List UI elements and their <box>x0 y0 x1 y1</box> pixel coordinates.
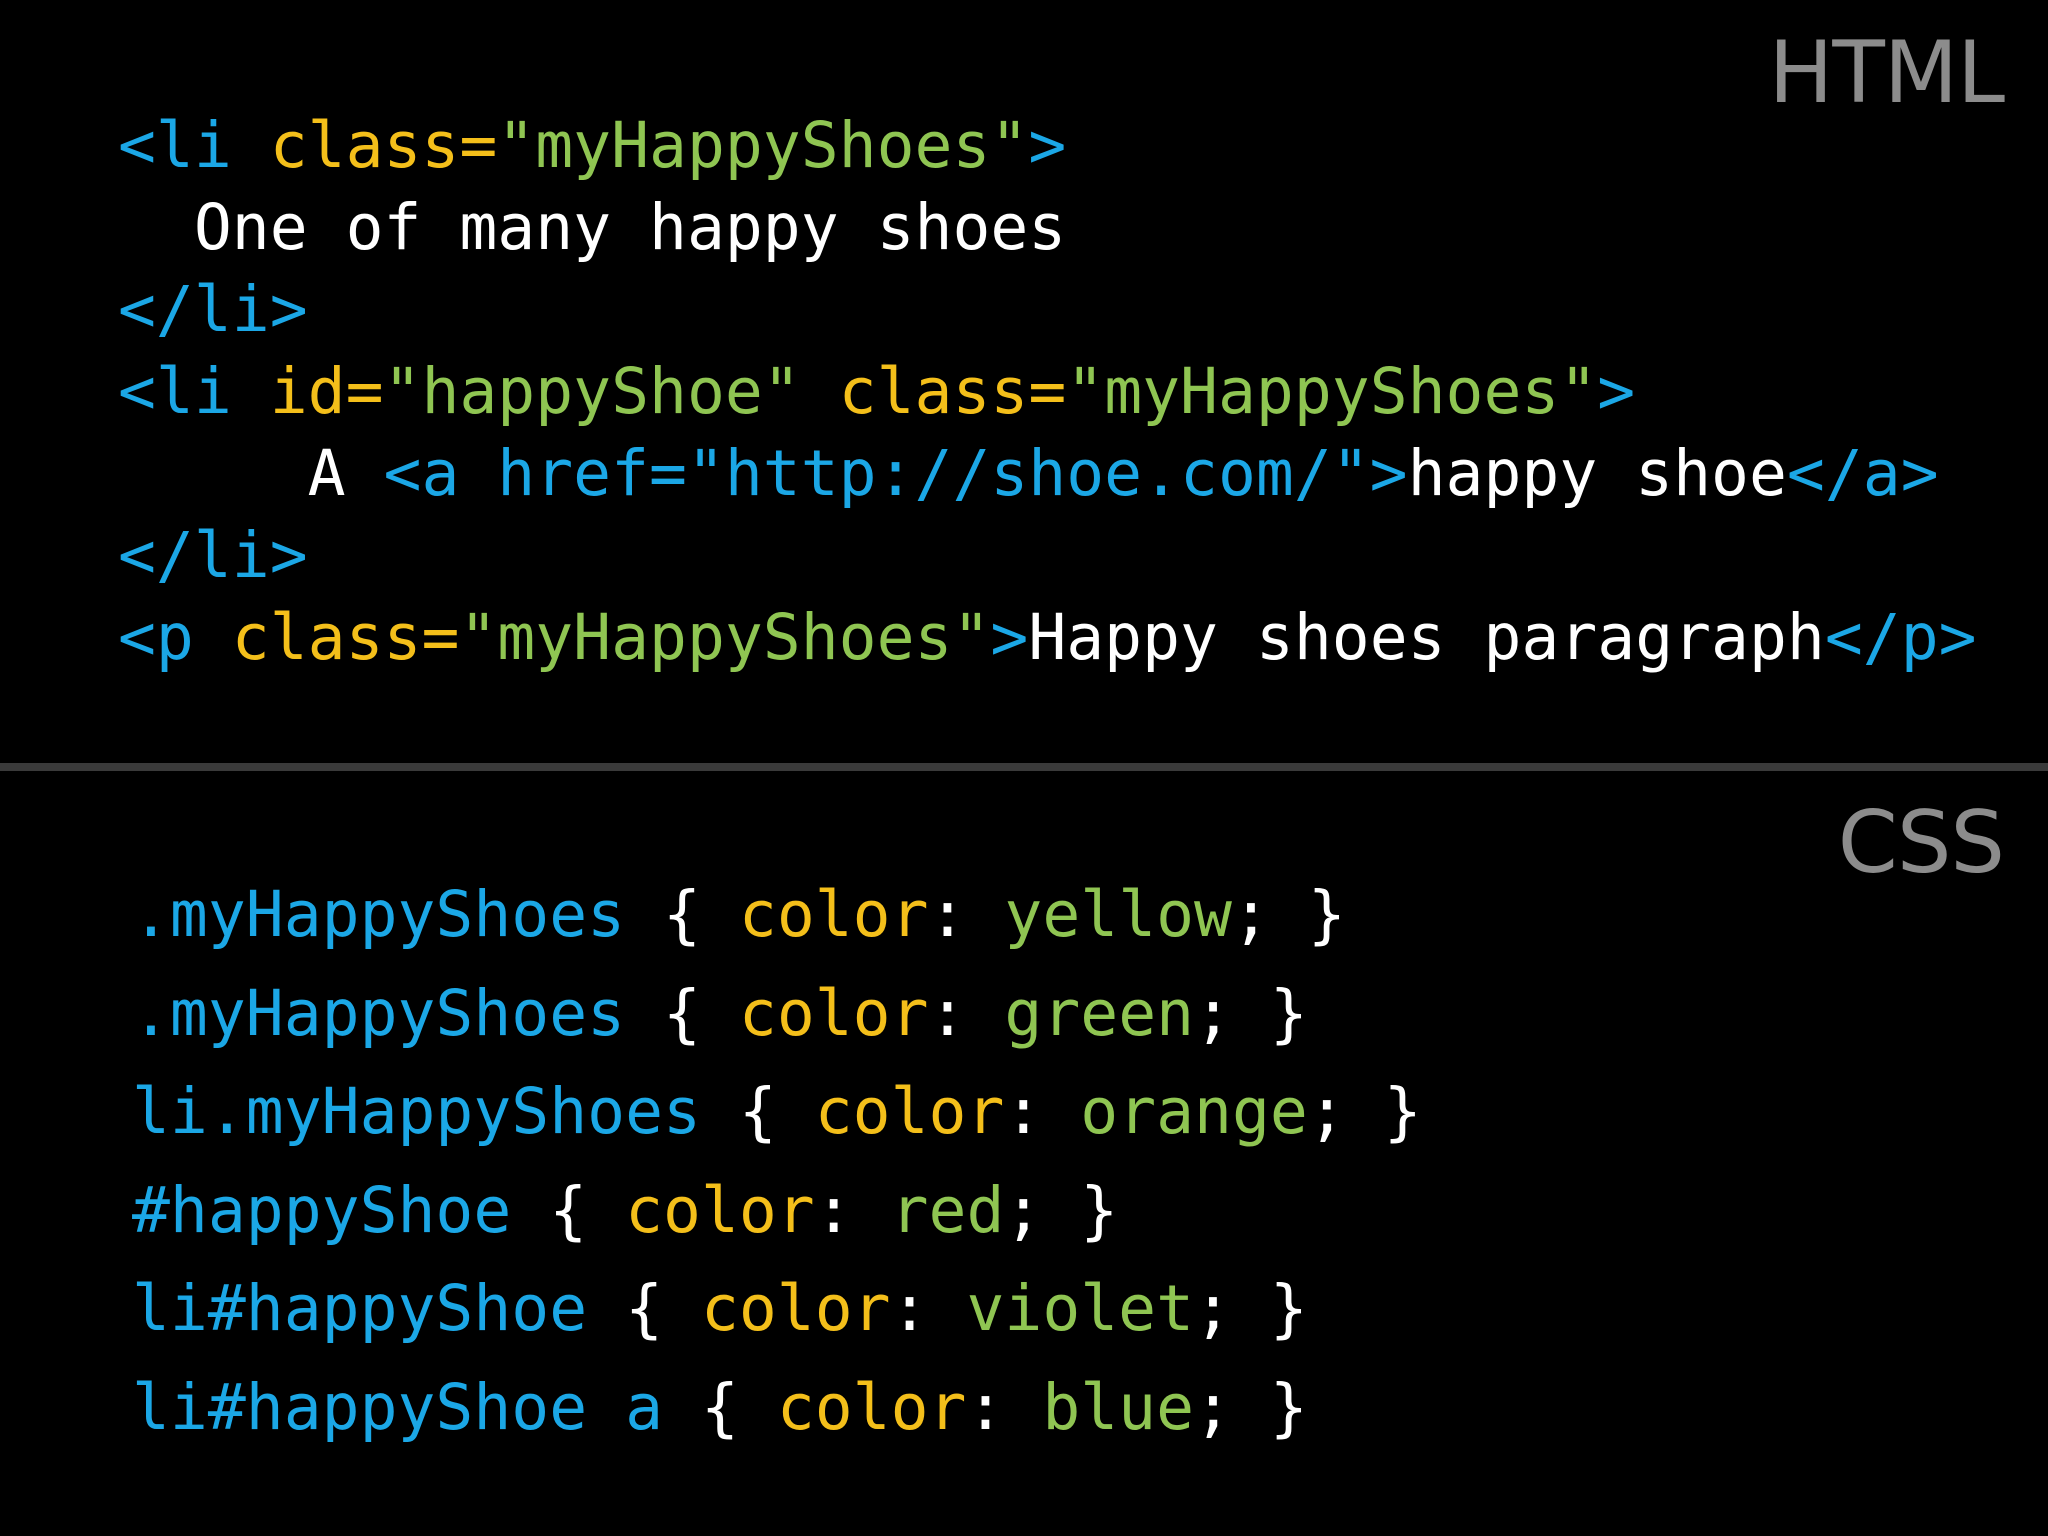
code-token-punc: { <box>625 976 739 1050</box>
css-code-line: li#happyShoe a { color: blue; } <box>132 1359 1422 1458</box>
code-token-attr: class= <box>269 109 498 182</box>
code-token-tag: </p> <box>1824 601 1977 674</box>
css-code-block: .myHappyShoes { color: yellow; } .myHappy… <box>132 866 1422 1457</box>
html-code-line: </li> <box>118 515 1977 597</box>
code-token-text: One of many happy shoes <box>118 191 1067 264</box>
css-code-line: .myHappyShoes { color: green; } <box>132 965 1422 1064</box>
code-token-str: "myHappyShoes" <box>497 109 1029 182</box>
html-section-label: HTML <box>1768 23 2005 123</box>
code-token-sel: #happyShoe <box>132 1173 512 1247</box>
code-token-punc: ; } <box>1194 976 1308 1050</box>
code-token-str: "myHappyShoes" <box>1066 355 1598 428</box>
code-token-attr: id= <box>269 355 384 428</box>
css-code-line: #happyShoe { color: red; } <box>132 1162 1422 1261</box>
code-token-attr: class= <box>800 355 1067 428</box>
code-token-text: happy shoe <box>1407 437 1787 510</box>
code-token-str: "myHappyShoes" <box>459 601 991 674</box>
code-token-punc: { <box>663 1370 777 1444</box>
html-code-line: A <a href="http://shoe.com/">happy shoe<… <box>118 433 1977 515</box>
code-token-tag: > <box>1028 109 1067 182</box>
code-token-punc: : <box>928 976 1005 1050</box>
css-code-line: .myHappyShoes { color: yellow; } <box>132 866 1422 965</box>
code-token-punc: : <box>814 1173 891 1247</box>
css-code-line: li.myHappyShoes { color: orange; } <box>132 1063 1422 1162</box>
code-token-attr: class= <box>231 601 460 674</box>
code-token-prop: color <box>738 976 929 1050</box>
code-token-punc: ; } <box>1004 1173 1119 1247</box>
code-token-val: red <box>890 1173 1005 1247</box>
html-code-block: <li class="myHappyShoes"> One of many ha… <box>118 105 1977 679</box>
code-token-punc: ; } <box>1194 1370 1308 1444</box>
code-token-sel: li#happyShoe <box>132 1272 588 1345</box>
code-token-tag: </li> <box>118 273 308 346</box>
code-token-sel: .myHappyShoes <box>132 976 626 1050</box>
html-code-line: <p class="myHappyShoes">Happy shoes para… <box>118 597 1977 679</box>
code-token-str: "happyShoe" <box>383 355 801 428</box>
code-token-punc: { <box>511 1173 626 1247</box>
code-token-val: green <box>1004 976 1195 1050</box>
code-token-tag: <a href="http://shoe.com/"> <box>383 437 1408 510</box>
code-token-punc: : <box>890 1272 967 1345</box>
code-token-text: Happy shoes paragraph <box>1028 601 1825 674</box>
code-token-punc: ; } <box>1194 1272 1308 1345</box>
code-token-punc: { <box>700 1075 815 1148</box>
code-token-tag: </li> <box>118 519 308 592</box>
code-token-prop: color <box>700 1272 891 1345</box>
code-token-punc: : <box>928 878 1005 951</box>
code-token-punc: : <box>966 1370 1043 1444</box>
code-token-tag: > <box>1597 355 1636 428</box>
code-token-prop: color <box>776 1370 967 1444</box>
code-token-tag: > <box>990 601 1029 674</box>
html-code-line: One of many happy shoes <box>118 187 1977 269</box>
code-token-prop: color <box>814 1075 1005 1148</box>
code-token-punc: { <box>625 878 739 951</box>
css-code-line: li#happyShoe { color: violet; } <box>132 1260 1422 1359</box>
code-token-sel: .myHappyShoes <box>132 878 626 951</box>
code-token-punc: { <box>587 1272 701 1345</box>
slide: HTML <li class="myHappyShoes"> One of ma… <box>0 0 2048 1536</box>
css-section-label: CSS <box>1837 793 2005 893</box>
code-token-prop: color <box>738 878 929 951</box>
code-token-val: violet <box>966 1272 1195 1345</box>
code-token-prop: color <box>625 1173 815 1247</box>
code-token-punc: ; } <box>1307 1075 1422 1148</box>
code-token-punc: : <box>1004 1075 1081 1148</box>
code-token-tag: <li <box>118 109 270 182</box>
html-code-line: </li> <box>118 269 1977 351</box>
code-token-tag: </a> <box>1786 437 1939 510</box>
code-token-sel: li#happyShoe a <box>132 1370 664 1444</box>
code-token-tag: <p <box>118 601 232 674</box>
code-token-val: orange <box>1080 1075 1308 1148</box>
code-token-text: A <box>118 437 384 510</box>
code-token-punc: ; } <box>1231 878 1346 951</box>
code-token-tag: <li <box>118 355 270 428</box>
code-token-val: yellow <box>1004 878 1232 951</box>
code-token-sel: li.myHappyShoes <box>132 1075 701 1148</box>
html-code-line: <li id="happyShoe" class="myHappyShoes"> <box>118 351 1977 433</box>
code-token-val: blue <box>1042 1370 1195 1444</box>
html-code-line: <li class="myHappyShoes"> <box>118 105 1977 187</box>
section-divider <box>0 763 2048 771</box>
